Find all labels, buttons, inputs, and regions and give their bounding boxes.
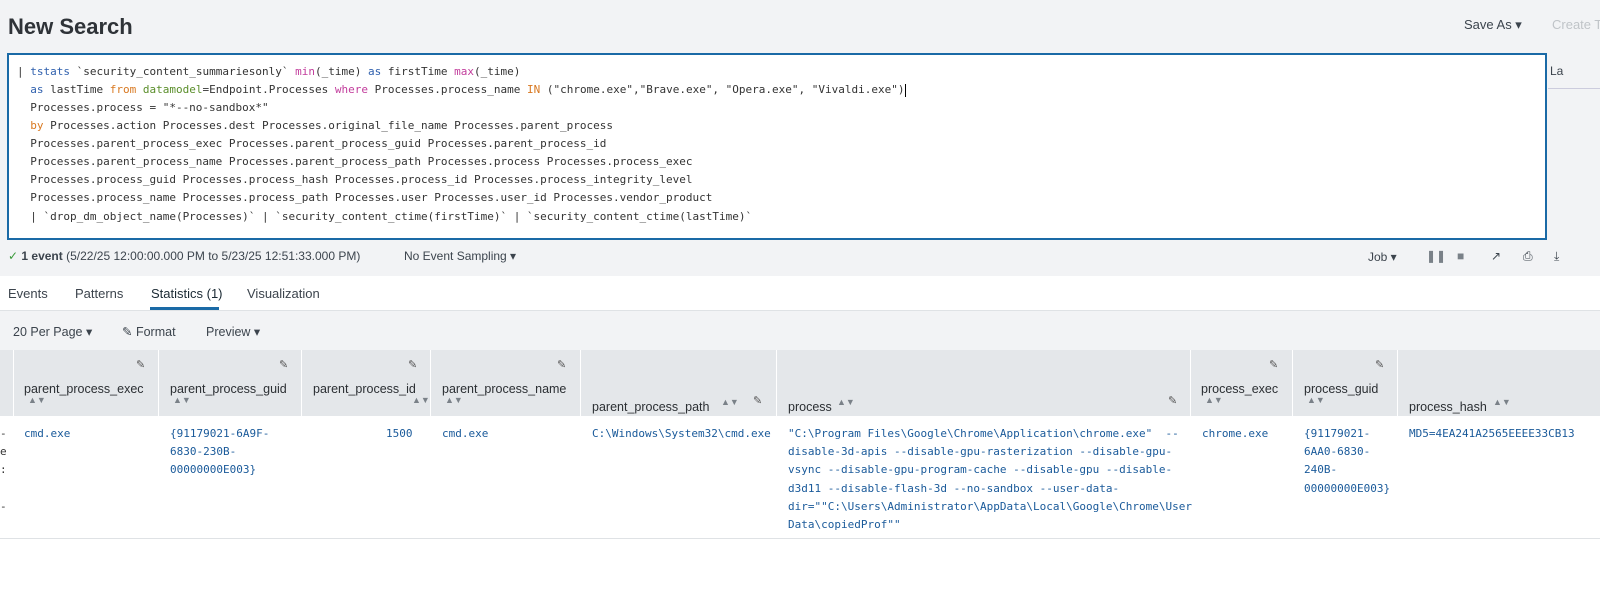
sort-icon[interactable]: ▲▼ (412, 395, 430, 405)
pencil-icon[interactable]: ✎ (279, 358, 288, 371)
search-query-editor[interactable]: | tstats `security_content_summariesonly… (7, 53, 1547, 240)
query-line-8: Processes.process_name Processes.process… (17, 191, 713, 204)
column-header-parent-process-name[interactable]: parent_process_name ▲▼ ✎ (431, 350, 581, 416)
format-label: Format (135, 325, 176, 339)
check-icon: ✓ (8, 249, 19, 263)
cell-parent-process-id[interactable]: 1500 (386, 425, 413, 443)
column-header-parent-process-path[interactable]: parent_process_path ▲▼ ✎ (581, 350, 777, 416)
column-label: parent_process_exec (24, 382, 144, 396)
pencil-icon[interactable]: ✎ (1375, 358, 1384, 371)
format-button[interactable]: ✎ Format (122, 324, 176, 339)
column-header-process-exec[interactable]: process_exec ▲▼ ✎ (1191, 350, 1293, 416)
table-header: parent_process_exec ▲▼ ✎ parent_process_… (0, 350, 1600, 416)
table-empty-area (0, 539, 1600, 609)
cell-process-hash[interactable]: MD5=4EA241A2565EEEE33CB13 (1409, 425, 1575, 443)
tab-visualization[interactable]: Visualization (247, 286, 320, 301)
sort-icon[interactable]: ▲▼ (445, 395, 463, 405)
tab-events[interactable]: Events (8, 286, 48, 301)
column-header-parent-process-exec[interactable]: parent_process_exec ▲▼ ✎ (14, 350, 159, 416)
sort-icon[interactable]: ▲▼ (721, 397, 739, 407)
sort-icon[interactable]: ▲▼ (1307, 395, 1325, 405)
cell-parent-process-exec[interactable]: cmd.exe (24, 425, 70, 443)
column-header-parent-process-id[interactable]: parent_process_id ▲▼ ✎ (302, 350, 431, 416)
print-icon[interactable]: ⎙ (1523, 249, 1533, 264)
query-line-9: | `drop_dm_object_name(Processes)` | `se… (17, 210, 753, 223)
search-status: ✓ 1 event (5/22/25 12:00:00.000 PM to 5/… (8, 249, 360, 263)
query-line-3: Processes.process = "*--no-sandbox*" (17, 101, 269, 114)
active-tab-indicator (150, 307, 219, 310)
query-line-5: Processes.parent_process_exec Processes.… (17, 137, 607, 150)
query-line-4: by Processes.action Processes.dest Proce… (30, 119, 614, 132)
pencil-icon[interactable]: ✎ (136, 358, 145, 371)
column-label: parent_process_id (313, 382, 416, 396)
query-line-6: Processes.parent_process_name Processes.… (17, 155, 693, 168)
query-line-7: Processes.process_guid Processes.process… (17, 173, 693, 186)
sort-icon[interactable]: ▲▼ (1205, 395, 1223, 405)
column-header-process-hash[interactable]: process_hash ▲▼ (1398, 350, 1600, 416)
column-label: parent_process_guid (170, 382, 287, 396)
time-range-label: La (1550, 64, 1564, 78)
tab-patterns[interactable]: Patterns (75, 286, 123, 301)
cell-fragment: - e : - (0, 427, 7, 513)
page-title: New Search (8, 14, 133, 39)
share-icon[interactable]: ↗ (1491, 249, 1501, 263)
sort-icon[interactable]: ▲▼ (837, 397, 855, 407)
event-sampling-dropdown[interactable]: No Event Sampling ▾ (404, 249, 516, 263)
job-menu[interactable]: Job ▾ (1368, 250, 1397, 264)
pencil-icon[interactable]: ✎ (1269, 358, 1278, 371)
tab-statistics[interactable]: Statistics (1) (151, 286, 223, 301)
sort-icon[interactable]: ▲▼ (1493, 397, 1511, 407)
query-line-1: | tstats `security_content_summariesonly… (17, 65, 521, 78)
per-page-dropdown[interactable]: 20 Per Page ▾ (13, 324, 92, 339)
sort-icon[interactable]: ▲▼ (173, 395, 191, 405)
search-header: New Search Save As ▾ Create T (0, 0, 1600, 52)
cell-parent-process-guid[interactable]: {91179021-6A9F- 6830-230B- 00000000E003} (170, 425, 269, 480)
pencil-icon[interactable]: ✎ (557, 358, 566, 371)
column-header-process-guid[interactable]: process_guid ▲▼ ✎ (1293, 350, 1398, 416)
column-label: parent_process_name (442, 382, 567, 396)
results-tabs: Events Patterns Statistics (1) Visualiza… (0, 276, 1600, 311)
save-as-menu[interactable]: Save As ▾ (1464, 17, 1522, 33)
event-count: 1 event (21, 249, 63, 263)
pencil-icon: ✎ (122, 325, 133, 339)
create-table-view-button[interactable]: Create T (1552, 17, 1600, 32)
cell-parent-process-path[interactable]: C:\Windows\System32\cmd.exe (592, 425, 771, 443)
cell-parent-process-name[interactable]: cmd.exe (442, 425, 488, 443)
column-header-fragment (0, 350, 14, 416)
column-label: process_exec (1201, 382, 1279, 396)
time-range-picker[interactable]: La (1548, 53, 1600, 89)
sort-icon[interactable]: ▲▼ (28, 395, 46, 405)
results-toolbar: 20 Per Page ▾ ✎ Format Preview ▾ (0, 311, 1600, 350)
cell-process-guid[interactable]: {91179021- 6AA0-6830- 240B- 00000000E003… (1304, 425, 1390, 498)
export-icon[interactable]: ⤓ (1554, 249, 1559, 264)
pencil-icon[interactable]: ✎ (1168, 394, 1177, 407)
text-cursor (904, 83, 906, 97)
pencil-icon[interactable]: ✎ (753, 394, 762, 407)
stop-icon[interactable]: ■ (1457, 249, 1464, 263)
table-row: - e : - cmd.exe {91179021-6A9F- 6830-230… (0, 416, 1600, 539)
cell-process-exec[interactable]: chrome.exe (1202, 425, 1268, 443)
pause-icon[interactable]: ❚❚ (1426, 249, 1446, 263)
pencil-icon[interactable]: ✎ (408, 358, 417, 371)
column-header-parent-process-guid[interactable]: parent_process_guid ▲▼ ✎ (159, 350, 302, 416)
cell-process[interactable]: "C:\Program Files\Google\Chrome\Applicat… (788, 425, 1192, 534)
column-label: parent_process_path (592, 400, 710, 414)
column-label: process (788, 400, 832, 414)
column-label: process_guid (1304, 382, 1379, 396)
column-header-process[interactable]: process ▲▼ ✎ (777, 350, 1191, 416)
preview-dropdown[interactable]: Preview ▾ (206, 324, 260, 339)
column-label: process_hash (1409, 400, 1487, 414)
query-line-2: as lastTime from datamodel=Endpoint.Proc… (30, 83, 906, 97)
time-range-text: (5/22/25 12:00:00.000 PM to 5/23/25 12:5… (66, 249, 361, 263)
